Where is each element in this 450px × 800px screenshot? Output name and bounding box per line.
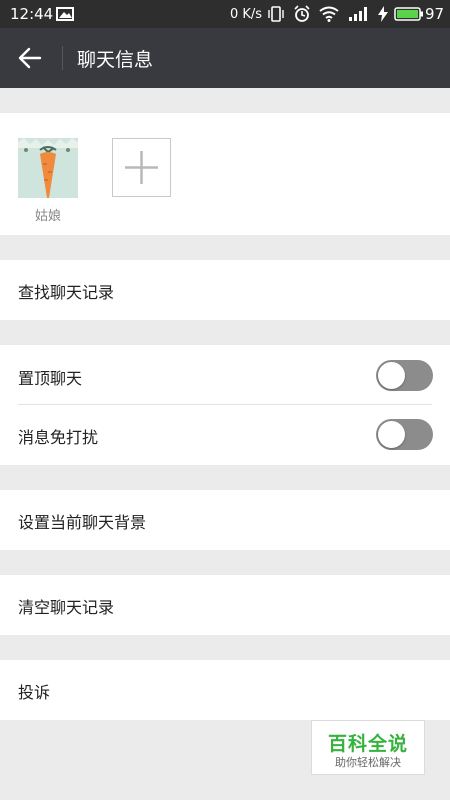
pin-chat-label: 置顶聊天	[18, 369, 83, 388]
toggle-knob	[378, 421, 405, 448]
watermark-subtitle: 助你轻松解决	[335, 756, 401, 769]
report-label: 投诉	[18, 683, 51, 702]
watermark-logo: 百科全说 助你轻松解决	[311, 720, 425, 775]
page-title: 聊天信息	[77, 49, 154, 71]
set-chat-background-item[interactable]: 设置当前聊天背景	[0, 490, 450, 550]
report-item[interactable]: 投诉	[0, 660, 450, 720]
app-bar: 聊天信息	[0, 28, 450, 88]
pin-chat-toggle[interactable]	[376, 360, 433, 391]
search-chat-history-label: 查找聊天记录	[18, 283, 115, 302]
status-time: 12:44	[10, 5, 54, 23]
avatar[interactable]	[18, 138, 78, 198]
wifi-icon	[319, 0, 339, 28]
pin-chat-item[interactable]: 置顶聊天	[0, 345, 450, 405]
mute-notifications-toggle[interactable]	[376, 419, 433, 450]
mute-notifications-item[interactable]: 消息免打扰	[0, 405, 450, 465]
charging-icon	[378, 0, 388, 28]
back-arrow-icon[interactable]	[16, 44, 46, 72]
vibrate-icon	[268, 0, 284, 28]
network-speed: 0 K/s	[230, 6, 263, 22]
watermark-title: 百科全说	[327, 733, 408, 755]
mute-notifications-label: 消息免打扰	[18, 428, 99, 447]
member-name: 姑娘	[34, 209, 61, 224]
add-member-button[interactable]	[112, 138, 171, 197]
battery-percent: 97	[425, 5, 445, 23]
status-bar: 12:44 0 K/s 97	[0, 0, 450, 28]
clear-chat-history-item[interactable]: 清空聊天记录	[0, 575, 450, 635]
clear-chat-history-label: 清空聊天记录	[18, 598, 115, 617]
toggle-knob	[378, 362, 405, 389]
search-chat-history-item[interactable]: 查找聊天记录	[0, 260, 450, 320]
set-chat-background-label: 设置当前聊天背景	[18, 513, 147, 532]
app-bar-divider	[62, 46, 63, 70]
signal-icon	[348, 0, 370, 28]
screenshot-notification-icon	[56, 0, 74, 28]
alarm-icon	[293, 0, 311, 28]
battery-icon	[394, 0, 424, 28]
